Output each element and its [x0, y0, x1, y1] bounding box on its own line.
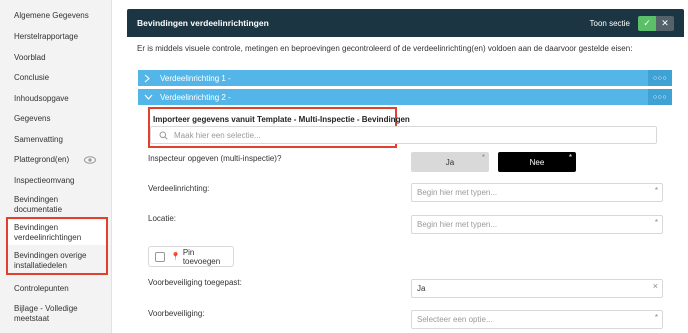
- sidebar-item-bevindingen-documentatie[interactable]: Bevindingen documentatie: [6, 192, 106, 218]
- more-options-icon[interactable]: ○○○: [648, 70, 672, 86]
- sidebar-item-samenvatting[interactable]: Samenvatting: [6, 132, 106, 148]
- voorbeveiliging-label: Voorbeveiliging:: [148, 309, 205, 318]
- nee-label: Nee: [529, 157, 545, 167]
- sidebar-item-conclusie[interactable]: Conclusie: [6, 70, 106, 86]
- pin-checkbox[interactable]: [155, 251, 165, 262]
- sidebar-item-bijlage-volledige-meetstaat[interactable]: Bijlage - Volledige meetstaat: [6, 301, 106, 327]
- search-icon: [159, 131, 168, 140]
- toon-sectie-toggle[interactable]: ✓ ✕: [638, 15, 674, 31]
- verdeelinrichting-label: Verdeelinrichting:: [148, 184, 210, 193]
- import-placeholder: Maak hier een selectie...: [174, 130, 261, 140]
- required-mark: *: [481, 153, 485, 162]
- pin-icon: 📍: [170, 252, 181, 261]
- pin-toevoegen-button[interactable]: 📍 Pin toevoegen: [148, 246, 234, 267]
- main-panel: Bevindingen verdeelinrichtingen Toon sec…: [127, 9, 684, 333]
- import-label: Importeer gegevens vanuit Template - Mul…: [153, 115, 410, 124]
- required-mark: *: [654, 186, 658, 195]
- pin-label: Pin toevoegen: [182, 247, 221, 266]
- sidebar-item-bevindingen-verdeelinrichtingen[interactable]: Bevindingen verdeelinrichtingen: [6, 220, 106, 245]
- nee-button[interactable]: Nee *: [498, 152, 576, 172]
- ja-button[interactable]: Ja *: [411, 152, 489, 172]
- toon-sectie-label: Toon sectie: [589, 18, 630, 28]
- sidebar-item-herstelrapportage[interactable]: Herstelrapportage: [6, 29, 106, 45]
- voorbeveiliging-toegepast-select[interactable]: Ja ×: [411, 279, 663, 298]
- accordion-verdeelinrichting-2[interactable]: Verdeelinrichting 2 - ○○○: [138, 89, 672, 105]
- voorbeveiliging-placeholder: Selecteer een optie...: [417, 315, 493, 324]
- accordion-label: Verdeelinrichting 1 -: [160, 73, 231, 83]
- sidebar-item-gegevens[interactable]: Gegevens: [6, 111, 106, 127]
- locatie-label: Locatie:: [148, 214, 177, 223]
- voorbeveiliging-select[interactable]: Selecteer een optie... *: [411, 310, 663, 329]
- locatie-placeholder: Begin hier met typen...: [417, 220, 498, 229]
- required-mark: *: [654, 313, 658, 322]
- chevron-right-icon: [144, 74, 156, 83]
- sidebar-item-inhoudsopgave[interactable]: Inhoudsopgave: [6, 91, 106, 107]
- sidebar-item-bevindingen-overige-installatiedelen[interactable]: Bevindingen overige installatiedelen: [6, 248, 106, 274]
- chevron-down-icon: [144, 94, 156, 100]
- verdeelinrichting-input[interactable]: Begin hier met typen... *: [411, 183, 663, 202]
- voorbeveiliging-toegepast-value: Ja: [417, 284, 426, 293]
- sidebar-item-voorblad[interactable]: Voorblad: [6, 50, 106, 66]
- section-title: Bevindingen verdeelinrichtingen: [137, 18, 269, 28]
- eye-icon[interactable]: [84, 156, 96, 164]
- sidebar-item-label: Plattegrond(en): [14, 155, 70, 164]
- accordion-label: Verdeelinrichting 2 -: [160, 92, 231, 102]
- import-select[interactable]: Maak hier een selectie...: [150, 126, 657, 144]
- close-icon[interactable]: ✕: [656, 15, 674, 31]
- required-mark: *: [568, 153, 572, 162]
- clear-icon[interactable]: ×: [653, 281, 658, 291]
- sidebar-item-controlepunten[interactable]: Controlepunten: [6, 281, 106, 297]
- sidebar-item-plattegronden[interactable]: Plattegrond(en): [6, 152, 106, 168]
- inspecteur-label: Inspecteur opgeven (multi-inspectie)?: [148, 154, 282, 163]
- verdeelinrichting-placeholder: Begin hier met typen...: [417, 188, 498, 197]
- sidebar-item-algemene-gegevens[interactable]: Algemene Gegevens: [6, 8, 106, 24]
- ja-label: Ja: [445, 157, 455, 167]
- check-icon[interactable]: ✓: [638, 15, 656, 31]
- required-mark: *: [654, 218, 658, 227]
- section-intro: Er is middels visuele controle, metingen…: [137, 44, 633, 53]
- sidebar-item-inspectieomvang[interactable]: Inspectieomvang: [6, 173, 106, 189]
- accordion-verdeelinrichting-1[interactable]: Verdeelinrichting 1 - ○○○: [138, 70, 672, 86]
- sidebar: Algemene Gegevens Herstelrapportage Voor…: [0, 0, 112, 333]
- section-header: Bevindingen verdeelinrichtingen Toon sec…: [127, 9, 684, 37]
- more-options-icon[interactable]: ○○○: [648, 89, 672, 105]
- voorbeveiliging-toegepast-label: Voorbeveiliging toegepast:: [148, 278, 242, 287]
- locatie-input[interactable]: Begin hier met typen... *: [411, 215, 663, 234]
